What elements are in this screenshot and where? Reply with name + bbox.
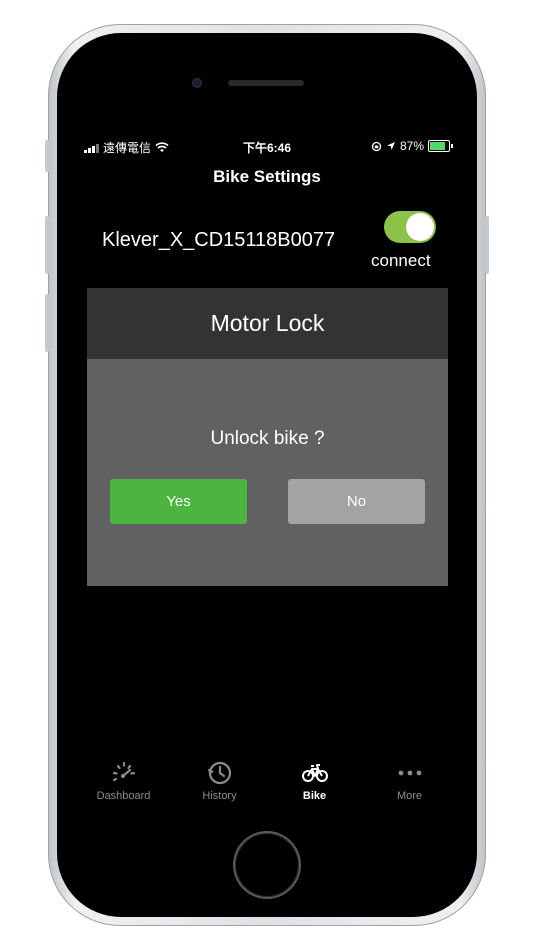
front-camera [192, 78, 202, 88]
tab-history[interactable]: History [172, 750, 267, 815]
orientation-lock-icon [371, 141, 382, 151]
tab-dashboard-label: Dashboard [96, 790, 151, 802]
tab-bar: Dashboard History Bike More [76, 750, 458, 815]
bicycle-icon [301, 764, 328, 782]
tab-more[interactable]: More [362, 750, 457, 815]
clock-icon [207, 761, 231, 785]
yes-button[interactable]: Yes [110, 479, 247, 524]
tab-dashboard[interactable]: Dashboard [76, 750, 171, 815]
device-name: Klever_X_CD15118B0077 [102, 229, 336, 251]
tab-history-label: History [202, 790, 237, 802]
tab-bike[interactable]: Bike [267, 750, 362, 815]
battery-icon [428, 140, 453, 152]
connect-toggle[interactable] [384, 211, 436, 243]
connect-label: connect [371, 251, 431, 270]
volume-up-button [45, 216, 49, 274]
motor-lock-dialog: Motor Lock Unlock bike ? Yes No [87, 288, 448, 586]
silent-switch [45, 140, 49, 172]
page-title: Bike Settings [213, 167, 321, 186]
tab-bike-label: Bike [302, 790, 327, 802]
status-bar: 遠傳電信 下午6:46 87% [76, 135, 458, 157]
app-screen: 遠傳電信 下午6:46 87% Bike Settings Klever_X_C… [76, 135, 458, 815]
battery-percent: 87% [399, 139, 424, 153]
home-button[interactable] [235, 833, 299, 897]
earpiece-speaker [228, 80, 304, 86]
dialog-title: Motor Lock [87, 288, 448, 359]
location-arrow-icon [386, 142, 395, 150]
dialog-question: Unlock bike ? [210, 428, 325, 449]
power-button [485, 216, 489, 274]
toggle-knob [406, 213, 434, 241]
volume-down-button [45, 294, 49, 352]
ellipsis-icon [398, 770, 421, 776]
tab-more-label: More [396, 790, 423, 802]
speedometer-icon [112, 761, 135, 782]
no-button[interactable]: No [288, 479, 425, 524]
